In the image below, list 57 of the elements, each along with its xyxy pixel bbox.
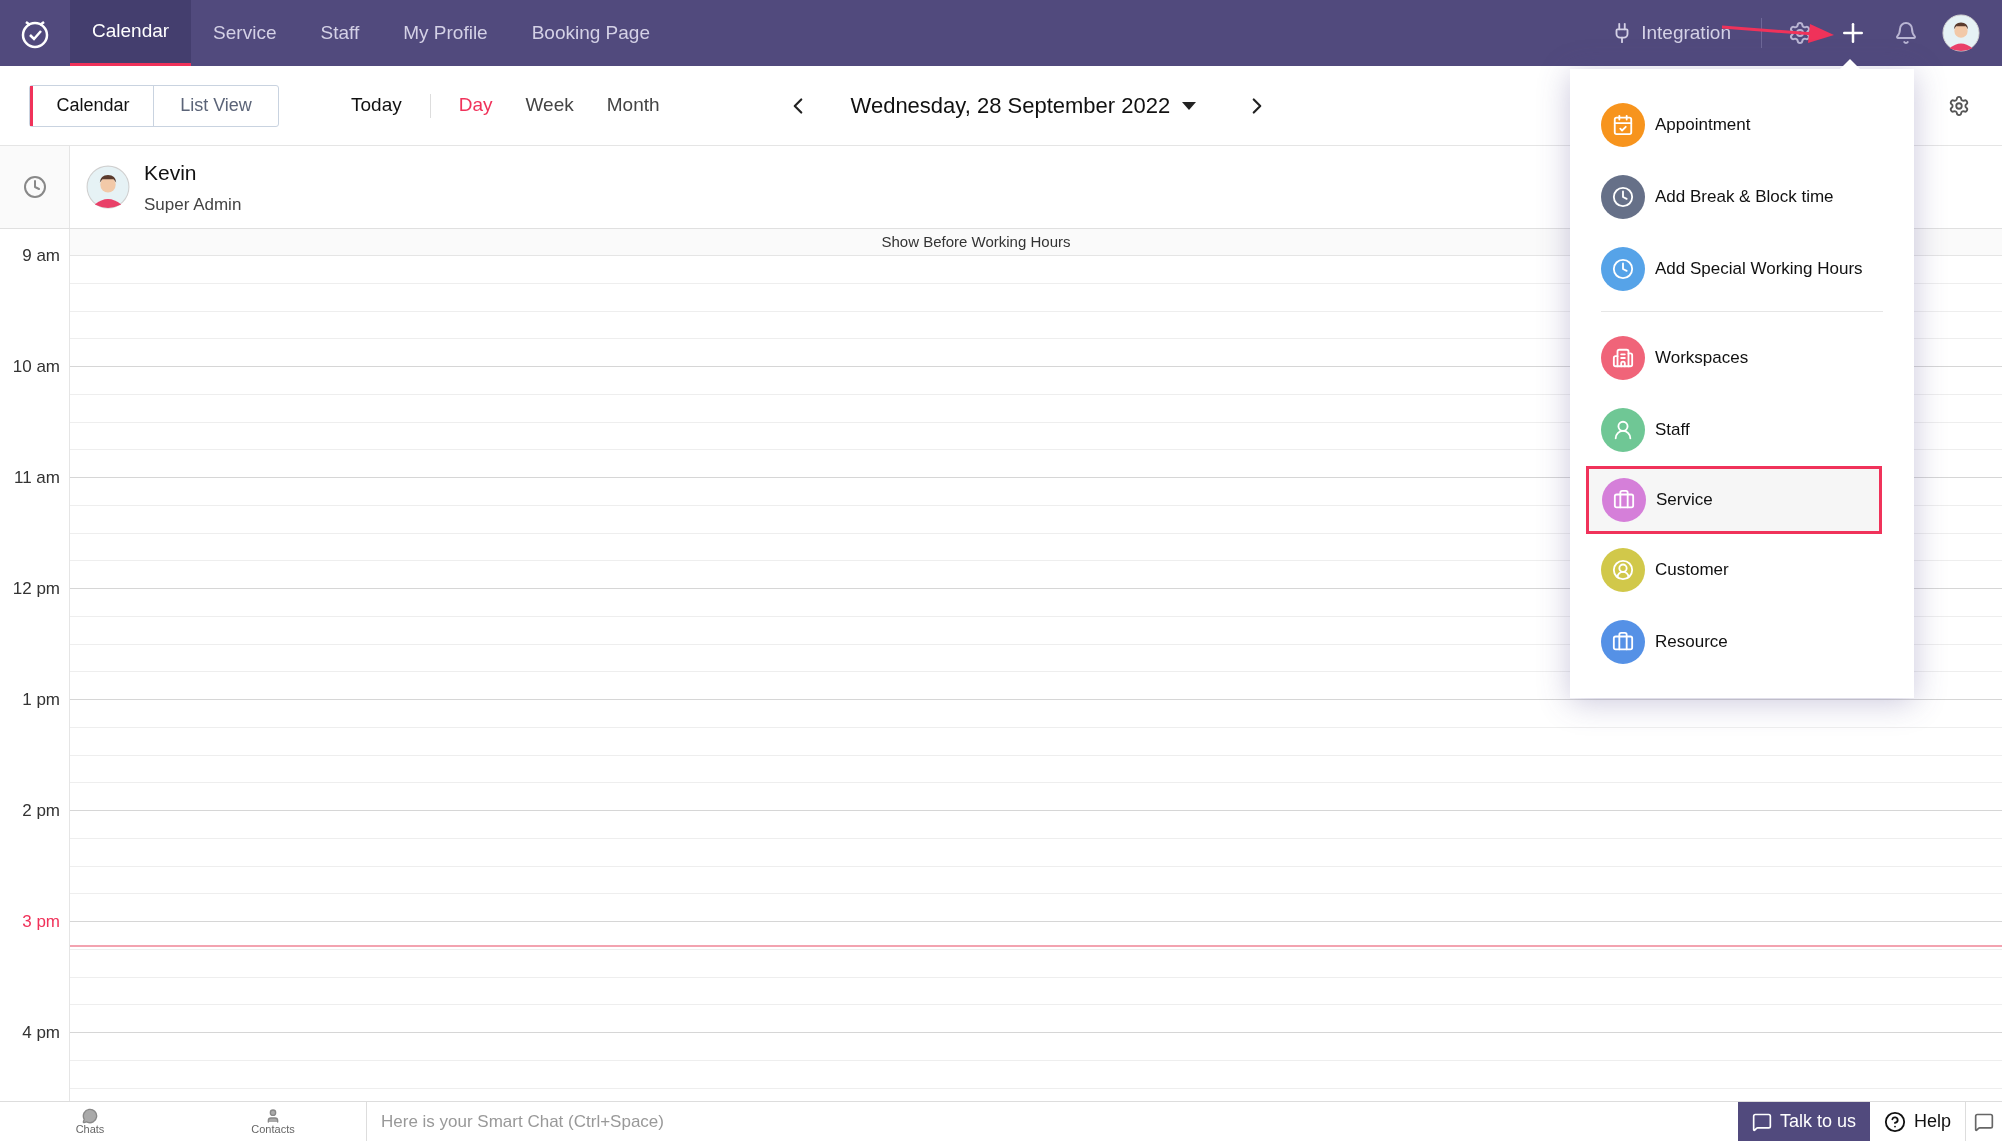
hour-label: 12 pm <box>12 578 60 600</box>
clock-icon <box>1612 258 1634 280</box>
hour-label: 1 pm <box>22 689 60 711</box>
profile-avatar <box>1942 14 1980 52</box>
notification-icon[interactable] <box>1894 21 1918 45</box>
smart-chat-field[interactable]: Here is your Smart Chat (Ctrl+Space) <box>366 1102 1738 1141</box>
chat-icon <box>82 1108 98 1124</box>
help-button[interactable]: Help <box>1869 1102 1966 1141</box>
hour-label: 9 am <box>22 245 60 267</box>
calendar-check-icon <box>1612 114 1634 136</box>
person-icon <box>265 1108 281 1124</box>
nav-tab[interactable]: My Profile <box>381 0 510 66</box>
contacts-button[interactable]: Contacts <box>180 1108 366 1135</box>
range-tab[interactable]: Month <box>606 91 660 120</box>
person-icon <box>1612 419 1634 441</box>
staff-avatar <box>86 165 130 209</box>
person-icon <box>1612 559 1634 581</box>
hour-label: 2 pm <box>22 800 60 822</box>
add-menu-item[interactable]: Add Special Working Hours <box>1601 233 1883 305</box>
briefcase-icon <box>1612 631 1634 653</box>
staff-role: Super Admin <box>144 194 242 216</box>
add-menu-item[interactable]: Add Break & Block time <box>1601 161 1883 233</box>
hour-label: 11 am <box>14 467 60 489</box>
caret-icon <box>1182 101 1197 110</box>
add-menu-item[interactable]: Service <box>1586 466 1882 534</box>
staff-name: Kevin <box>144 159 198 186</box>
settings-icon[interactable] <box>1788 21 1812 45</box>
add-menu-item[interactable]: Customer <box>1601 534 1883 606</box>
nav-tab[interactable]: Service <box>191 0 299 66</box>
nav-tab[interactable]: Staff <box>298 0 382 66</box>
add-menu-item[interactable]: Staff <box>1601 394 1883 466</box>
nav-tab[interactable]: Booking Page <box>509 0 672 66</box>
today-button[interactable]: Today <box>351 91 402 120</box>
date-picker[interactable]: Wednesday, 28 September 2022 <box>850 89 1197 122</box>
view-toggle-option[interactable]: Calendar <box>30 85 154 126</box>
talk-to-us-button[interactable]: Talk to us <box>1737 1102 1870 1141</box>
integration-button[interactable]: Integration <box>1611 18 1731 48</box>
chat-icon <box>1751 1111 1772 1132</box>
add-menu-item[interactable]: Appointment <box>1601 89 1883 161</box>
view-toggle-option[interactable]: List View <box>154 85 278 126</box>
chat-icon[interactable] <box>1974 1111 1994 1132</box>
nav-tab[interactable]: Calendar <box>70 0 192 66</box>
building-icon <box>1612 347 1634 369</box>
range-tab[interactable]: Week <box>525 91 574 120</box>
range-tab[interactable]: Day <box>458 91 493 120</box>
help-icon <box>1883 1110 1906 1133</box>
hour-label: 4 pm <box>22 1022 60 1044</box>
briefcase-icon <box>1613 489 1635 511</box>
hour-label: 3 pm <box>22 911 60 933</box>
show-before-hours-link[interactable]: Show Before Working Hours <box>881 230 1071 254</box>
hour-label: 10 am <box>12 356 60 378</box>
clock-icon <box>22 175 47 199</box>
add-menu-item[interactable]: Resource <box>1601 606 1883 678</box>
clock-icon <box>1612 186 1634 208</box>
settings-icon[interactable] <box>1948 94 1970 117</box>
chats-button[interactable]: Chats <box>0 1108 180 1135</box>
add-menu-item[interactable]: Workspaces <box>1601 322 1883 394</box>
